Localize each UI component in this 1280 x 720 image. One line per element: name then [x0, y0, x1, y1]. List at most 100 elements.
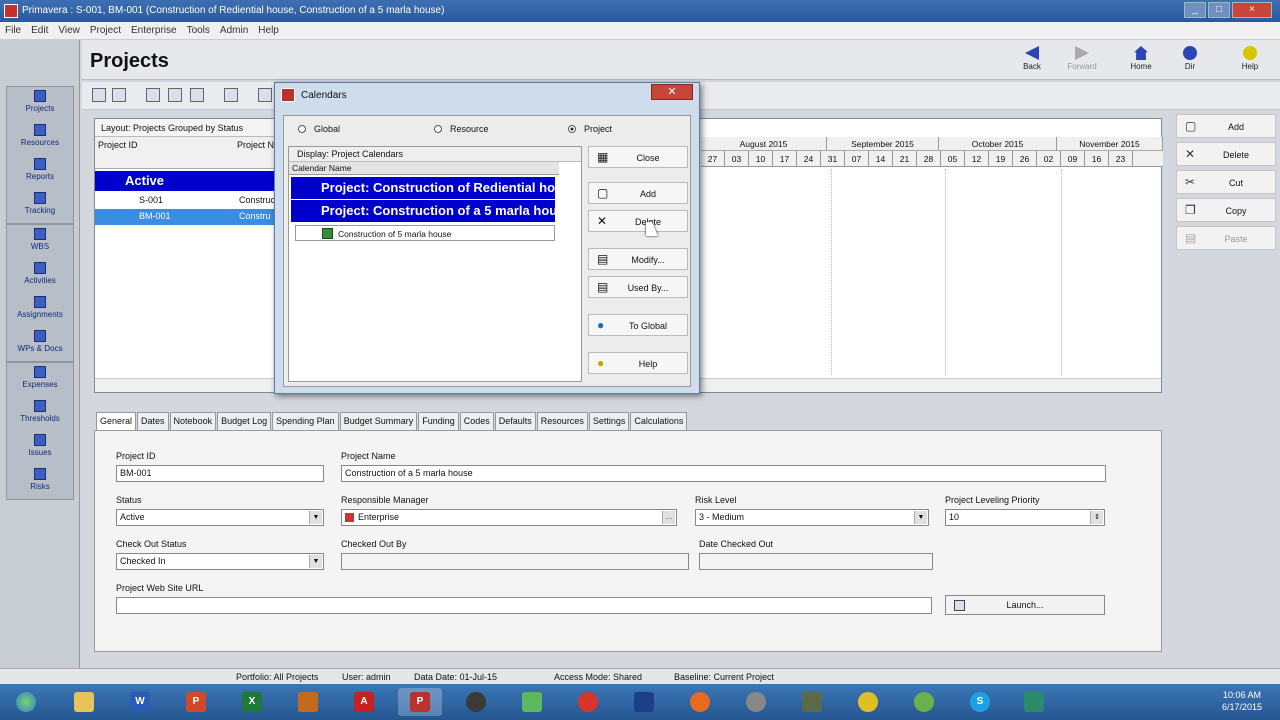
system-clock[interactable]: 10:06 AM 6/17/2015 [1222, 689, 1262, 713]
taskbar-app[interactable] [734, 688, 778, 716]
layout-icon[interactable] [224, 88, 238, 102]
priority-stepper[interactable]: 10 ⇕ [945, 509, 1105, 526]
tab-resources[interactable]: Resources [536, 412, 588, 430]
maximize-button[interactable]: □ [1208, 2, 1230, 18]
status-select[interactable]: Active ▼ [116, 509, 324, 526]
taskbar-recorder[interactable] [566, 688, 610, 716]
back-button[interactable]: Back [1014, 46, 1050, 71]
taskbar-app[interactable] [790, 688, 834, 716]
project-id-field[interactable]: BM-001 [116, 465, 324, 482]
taskbar-explorer[interactable] [62, 688, 106, 716]
taskbar-utorrent[interactable] [902, 688, 946, 716]
directory-button[interactable]: Dir [1172, 46, 1208, 71]
layout-selector[interactable]: Layout: Projects Grouped by Status [95, 119, 275, 137]
taskbar-primavera[interactable]: P [398, 688, 442, 716]
checkout-status-select[interactable]: Checked In ▼ [116, 553, 324, 570]
forward-button[interactable]: Forward [1064, 46, 1100, 71]
sidebar-item-assignments[interactable]: Assignments [7, 293, 73, 327]
sidebar-item-tracking[interactable]: Tracking [7, 189, 73, 223]
menu-tools[interactable]: Tools [182, 22, 215, 39]
cut-button[interactable]: ✂ Cut [1176, 170, 1276, 194]
taskbar-word[interactable]: W [118, 688, 162, 716]
radio-project[interactable]: Project [568, 124, 612, 134]
display-selector[interactable]: Display: Project Calendars [289, 147, 581, 162]
taskbar-app[interactable] [510, 688, 554, 716]
taskbar-chrome[interactable] [846, 688, 890, 716]
taskbar-firefox[interactable] [678, 688, 722, 716]
delete-button[interactable]: ✕ Delete [1176, 142, 1276, 166]
close-button[interactable]: ▦ Close [588, 146, 688, 168]
taskbar-autocad[interactable]: A [342, 688, 386, 716]
sidebar-item-issues[interactable]: Issues [7, 431, 73, 465]
print-icon[interactable] [92, 88, 106, 102]
help-button[interactable]: ● Help [588, 352, 688, 374]
tab-spending-plan[interactable]: Spending Plan [272, 412, 339, 430]
help-nav-button[interactable]: Help [1232, 46, 1268, 71]
menu-view[interactable]: View [53, 22, 85, 39]
copy-button[interactable]: ❐ Copy [1176, 198, 1276, 222]
tab-codes[interactable]: Codes [459, 412, 494, 430]
calendar-group-row[interactable]: Project: Construction of Rediential hous… [291, 177, 555, 199]
table-row-selected[interactable]: BM-001 Constru [95, 209, 275, 225]
used-by-button[interactable]: ▤ Used By... [588, 276, 688, 298]
column-project-id[interactable]: Project ID [98, 140, 138, 150]
taskbar-powerpoint[interactable]: P [174, 688, 218, 716]
add-button[interactable]: ▢ Add [1176, 114, 1276, 138]
calendar-item-row[interactable]: Construction of 5 marla house [295, 225, 555, 241]
group-band-active[interactable]: Active [95, 171, 275, 191]
taskbar-app[interactable] [454, 688, 498, 716]
paste-button[interactable]: ▤ Paste [1176, 226, 1276, 250]
manager-field[interactable]: Enterprise… [341, 509, 677, 526]
menu-help[interactable]: Help [253, 22, 284, 39]
minimize-button[interactable]: _ [1184, 2, 1206, 18]
launch-button[interactable]: Launch... [945, 595, 1105, 615]
sidebar-item-resources[interactable]: Resources [7, 121, 73, 155]
sidebar-item-expenses[interactable]: Expenses [7, 363, 73, 397]
add-calendar-button[interactable]: ▢ Add [588, 182, 688, 204]
tab-funding[interactable]: Funding [418, 412, 459, 430]
chart-icon[interactable] [258, 88, 272, 102]
tab-budget-summary[interactable]: Budget Summary [339, 412, 418, 430]
sidebar-item-activities[interactable]: Activities [7, 259, 73, 293]
sidebar-item-documents[interactable]: WPs & Docs [7, 327, 73, 361]
browse-icon[interactable]: … [662, 511, 675, 524]
table-row[interactable]: S-001 Construc [95, 193, 275, 209]
radio-global[interactable]: Global [298, 124, 340, 134]
taskbar-app[interactable] [622, 688, 666, 716]
column-project-name[interactable]: Project N [237, 140, 274, 150]
columns-icon[interactable] [168, 88, 182, 102]
close-window-button[interactable]: × [1232, 2, 1272, 18]
dialog-close-x-button[interactable]: ✕ [651, 84, 693, 100]
url-field[interactable] [116, 597, 932, 614]
modify-calendar-button[interactable]: ▤ Modify... [588, 248, 688, 270]
tab-general[interactable]: General [96, 412, 137, 430]
sidebar-item-thresholds[interactable]: Thresholds [7, 397, 73, 431]
filter-icon[interactable] [146, 88, 160, 102]
menu-file[interactable]: File [0, 22, 26, 39]
menu-admin[interactable]: Admin [215, 22, 253, 39]
project-name-field[interactable]: Construction of a 5 marla house [341, 465, 1106, 482]
column-calendar-name[interactable]: Calendar Name [289, 162, 559, 175]
home-button[interactable]: Home [1123, 46, 1159, 71]
tab-settings[interactable]: Settings [588, 412, 630, 430]
menu-project[interactable]: Project [85, 22, 126, 39]
sidebar-item-risks[interactable]: Risks [7, 465, 73, 499]
tab-dates[interactable]: Dates [137, 412, 169, 430]
calendar-group-row[interactable]: Project: Construction of a 5 marla house [291, 200, 555, 222]
tab-notebook[interactable]: Notebook [169, 412, 217, 430]
taskbar-skype[interactable]: S [958, 688, 1002, 716]
tab-defaults[interactable]: Defaults [494, 412, 536, 430]
to-global-button[interactable]: ● To Global [588, 314, 688, 336]
risk-level-select[interactable]: 3 - Medium ▼ [695, 509, 929, 526]
tab-calculations[interactable]: Calculations [630, 412, 688, 430]
spin-icon[interactable]: ⇕ [1090, 511, 1103, 524]
taskbar-app[interactable] [1012, 688, 1056, 716]
menu-edit[interactable]: Edit [26, 22, 53, 39]
group-icon[interactable] [190, 88, 204, 102]
sidebar-item-projects[interactable]: Projects [7, 87, 73, 121]
taskbar-excel[interactable]: X [230, 688, 274, 716]
start-button[interactable] [4, 688, 48, 716]
delete-calendar-button[interactable]: ✕ Delete [588, 210, 688, 232]
menu-enterprise[interactable]: Enterprise [126, 22, 182, 39]
tab-budget-log[interactable]: Budget Log [217, 412, 272, 430]
